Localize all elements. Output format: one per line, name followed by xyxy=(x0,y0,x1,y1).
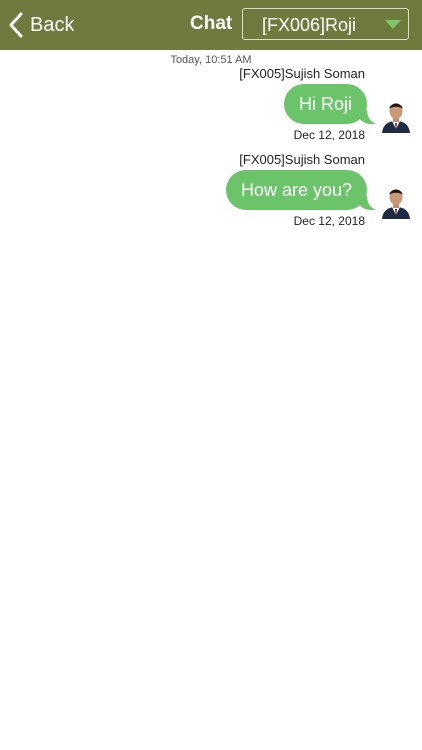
back-button[interactable]: Back xyxy=(8,10,74,40)
message-item: [FX005]Sujish Soman Hi Roji Dec 12, 2018 xyxy=(0,66,422,156)
message-bubble[interactable]: Hi Roji xyxy=(283,84,367,124)
message-sender: [FX005]Sujish Soman xyxy=(239,66,365,81)
page-title: Chat xyxy=(190,13,233,34)
day-timestamp: Today, 10:51 AM xyxy=(170,54,252,66)
message-date: Dec 12, 2018 xyxy=(293,214,365,228)
message-date: Dec 12, 2018 xyxy=(293,128,365,142)
message-bubble[interactable]: How are you? xyxy=(225,170,367,210)
message-item: [FX005]Sujish Soman How are you? Dec 12,… xyxy=(0,152,422,242)
user-avatar xyxy=(382,103,410,133)
back-label: Back xyxy=(30,13,75,36)
nav-bar: Back Chat [FX006]Roji xyxy=(0,0,422,50)
user-avatar xyxy=(382,189,410,219)
message-sender: [FX005]Sujish Soman xyxy=(239,152,365,167)
triangle-down-icon xyxy=(385,20,401,29)
chevron-left-icon xyxy=(9,12,23,38)
contact-dropdown[interactable]: [FX006]Roji xyxy=(242,8,409,40)
contact-dropdown-value: [FX006]Roji xyxy=(262,15,357,35)
